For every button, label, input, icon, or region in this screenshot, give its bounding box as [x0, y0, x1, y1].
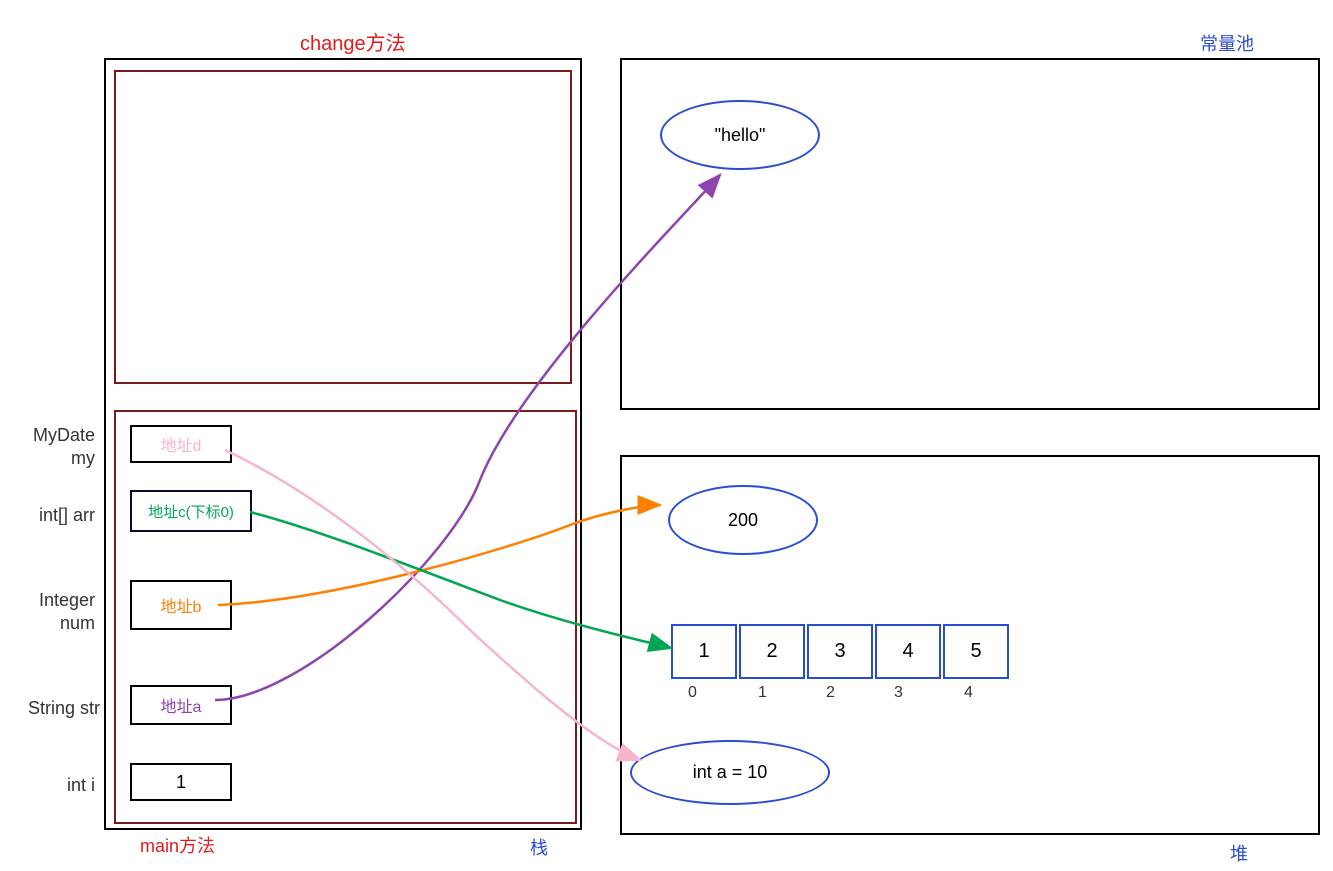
- label-integer2: num: [0, 613, 95, 634]
- arr-idx-0: 0: [688, 684, 697, 702]
- arr-cell-2: 3: [807, 624, 873, 679]
- box-addr-a: 地址a: [130, 685, 232, 725]
- label-mydate2: my: [0, 448, 95, 469]
- label-integer1: Integer: [0, 590, 95, 611]
- label-stack: 栈: [530, 834, 548, 860]
- arr-cell-1: 2: [739, 624, 805, 679]
- ellipse-hello: "hello": [660, 100, 820, 170]
- box-addr-c: 地址c(下标0): [130, 490, 252, 532]
- arr-cell-3: 4: [875, 624, 941, 679]
- change-frame-box: [114, 70, 572, 384]
- arr-idx-4: 4: [964, 684, 973, 702]
- arr-cell-4: 5: [943, 624, 1009, 679]
- label-constant-pool: 常量池: [1200, 30, 1254, 56]
- label-intarr: int[] arr: [0, 505, 95, 526]
- label-heap: 堆: [1230, 840, 1248, 866]
- ellipse-inta: int a = 10: [630, 740, 830, 805]
- box-val-i: 1: [130, 763, 232, 801]
- arr-idx-2: 2: [826, 684, 835, 702]
- label-change-method: change方法: [300, 27, 406, 56]
- label-stringstr: String str: [0, 698, 100, 719]
- arr-idx-1: 1: [758, 684, 767, 702]
- label-main-method: main方法: [140, 832, 215, 858]
- array-container: 1 2 3 4 5: [671, 624, 1009, 679]
- ellipse-200: 200: [668, 485, 818, 555]
- box-addr-d: 地址d: [130, 425, 232, 463]
- label-mydate1: MyDate: [0, 425, 95, 446]
- label-inti: int i: [0, 775, 95, 796]
- box-addr-b: 地址b: [130, 580, 232, 630]
- arr-cell-0: 1: [671, 624, 737, 679]
- arr-idx-3: 3: [894, 684, 903, 702]
